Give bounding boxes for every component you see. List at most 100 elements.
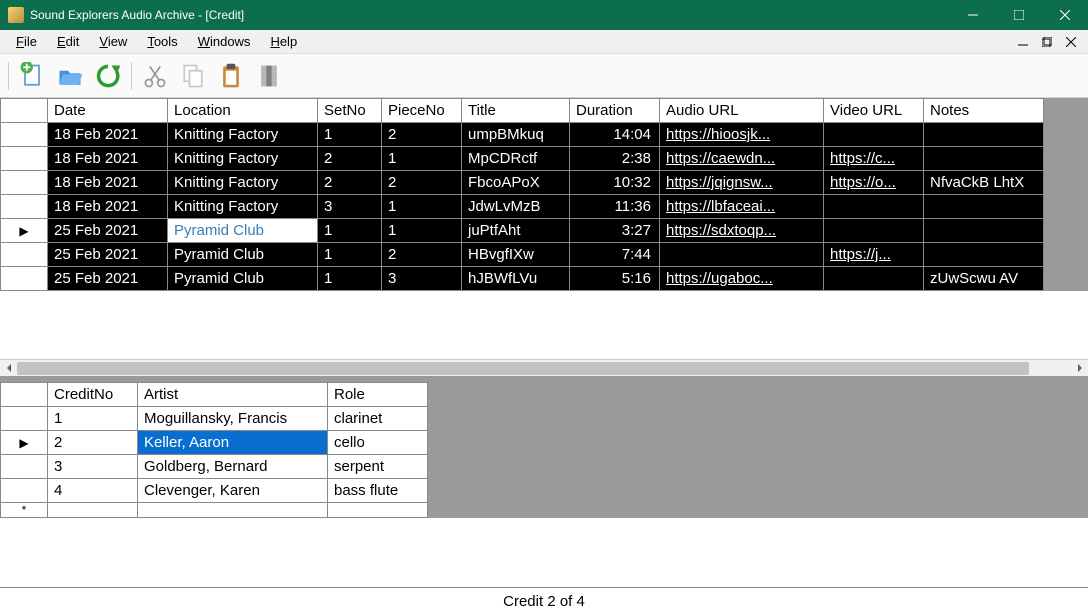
refresh-button[interactable] <box>91 59 125 93</box>
cell-location[interactable]: Knitting Factory <box>168 123 318 147</box>
column-header[interactable]: Duration <box>570 98 660 123</box>
mdi-restore-button[interactable] <box>1036 33 1058 51</box>
row-header[interactable] <box>0 171 48 195</box>
column-header[interactable]: CreditNo <box>48 382 138 407</box>
row-header[interactable]: ▶ <box>0 219 48 243</box>
cell-video[interactable] <box>824 219 924 243</box>
cell-title[interactable]: FbcoAPoX <box>462 171 570 195</box>
cell-date[interactable]: 25 Feb 2021 <box>48 267 168 291</box>
link[interactable]: https://c... <box>830 150 895 167</box>
scroll-thumb[interactable] <box>17 362 1029 375</box>
row-header-corner[interactable] <box>0 98 48 123</box>
copy-button[interactable] <box>176 59 210 93</box>
cell-video[interactable]: https://o... <box>824 171 924 195</box>
cell-duration[interactable]: 11:36 <box>570 195 660 219</box>
cell-notes[interactable] <box>924 195 1044 219</box>
scroll-right-icon[interactable] <box>1071 360 1088 377</box>
cell-setno[interactable]: 1 <box>318 123 382 147</box>
row-header[interactable] <box>0 407 48 431</box>
column-header[interactable]: PieceNo <box>382 98 462 123</box>
cell-role[interactable]: bass flute <box>328 479 428 503</box>
column-header[interactable]: Title <box>462 98 570 123</box>
cell-video[interactable]: https://c... <box>824 147 924 171</box>
cell-title[interactable]: juPtfAht <box>462 219 570 243</box>
row-header[interactable] <box>0 195 48 219</box>
link[interactable]: https://sdxtoqp... <box>666 222 776 239</box>
cell-pieceno[interactable]: 1 <box>382 147 462 171</box>
cell-artist[interactable]: Keller, Aaron <box>138 431 328 455</box>
paste-button[interactable] <box>214 59 248 93</box>
link[interactable]: https://ugaboc... <box>666 270 773 287</box>
cell-duration[interactable]: 3:27 <box>570 219 660 243</box>
cell-location[interactable]: Knitting Factory <box>168 195 318 219</box>
cell-setno[interactable]: 1 <box>318 243 382 267</box>
cell-video[interactable] <box>824 267 924 291</box>
column-header[interactable]: Notes <box>924 98 1044 123</box>
cell-creditno[interactable]: 2 <box>48 431 138 455</box>
cell-role-new[interactable] <box>328 503 428 518</box>
cell-duration[interactable]: 5:16 <box>570 267 660 291</box>
cell-notes[interactable] <box>924 123 1044 147</box>
cell-location[interactable]: Pyramid Club <box>168 243 318 267</box>
cell-artist[interactable]: Moguillansky, Francis <box>138 407 328 431</box>
column-header[interactable]: Location <box>168 98 318 123</box>
mdi-minimize-button[interactable] <box>1012 33 1034 51</box>
cell-audio[interactable]: https://hioosjk... <box>660 123 824 147</box>
close-button[interactable] <box>1042 0 1088 30</box>
select-column-button[interactable] <box>252 59 286 93</box>
cell-video[interactable] <box>824 195 924 219</box>
top-grid[interactable]: DateLocationSetNoPieceNoTitleDurationAud… <box>0 98 1088 291</box>
minimize-button[interactable] <box>950 0 996 30</box>
menu-edit[interactable]: Edit <box>47 32 89 51</box>
open-button[interactable] <box>53 59 87 93</box>
maximize-button[interactable] <box>996 0 1042 30</box>
cell-pieceno[interactable]: 1 <box>382 219 462 243</box>
link[interactable]: https://o... <box>830 174 896 191</box>
cell-title[interactable]: hJBWfLVu <box>462 267 570 291</box>
row-header[interactable]: ▶ <box>0 431 48 455</box>
column-header[interactable]: Artist <box>138 382 328 407</box>
cell-audio[interactable]: https://lbfaceai... <box>660 195 824 219</box>
cell-title[interactable]: HBvgfIXw <box>462 243 570 267</box>
cell-duration[interactable]: 10:32 <box>570 171 660 195</box>
cell-creditno[interactable]: 3 <box>48 455 138 479</box>
cell-setno[interactable]: 2 <box>318 147 382 171</box>
cell-video[interactable]: https://j... <box>824 243 924 267</box>
cell-pieceno[interactable]: 1 <box>382 195 462 219</box>
cell-date[interactable]: 18 Feb 2021 <box>48 123 168 147</box>
column-header[interactable]: Audio URL <box>660 98 824 123</box>
cell-setno[interactable]: 1 <box>318 219 382 243</box>
link[interactable]: https://lbfaceai... <box>666 198 775 215</box>
cell-audio[interactable]: https://sdxtoqp... <box>660 219 824 243</box>
new-row-header[interactable]: * <box>0 503 48 518</box>
row-header[interactable] <box>0 455 48 479</box>
scroll-left-icon[interactable] <box>0 360 17 377</box>
cell-creditno[interactable]: 1 <box>48 407 138 431</box>
top-scrollbar[interactable] <box>0 359 1088 376</box>
column-header[interactable]: Role <box>328 382 428 407</box>
mdi-close-button[interactable] <box>1060 33 1082 51</box>
cell-location[interactable]: Knitting Factory <box>168 171 318 195</box>
cell-audio[interactable]: https://caewdn... <box>660 147 824 171</box>
menu-view[interactable]: View <box>89 32 137 51</box>
link[interactable]: https://jqignsw... <box>666 174 773 191</box>
row-header[interactable] <box>0 479 48 503</box>
cell-date[interactable]: 18 Feb 2021 <box>48 147 168 171</box>
cell-title[interactable]: JdwLvMzB <box>462 195 570 219</box>
cell-pieceno[interactable]: 2 <box>382 243 462 267</box>
new-button[interactable] <box>15 59 49 93</box>
cell-duration[interactable]: 14:04 <box>570 123 660 147</box>
cell-setno[interactable]: 2 <box>318 171 382 195</box>
cell-location[interactable]: Pyramid Club <box>168 267 318 291</box>
bottom-grid[interactable]: CreditNoArtistRole 1Moguillansky, Francis… <box>0 382 1088 518</box>
cell-setno[interactable]: 3 <box>318 195 382 219</box>
cell-audio[interactable]: https://jqignsw... <box>660 171 824 195</box>
cell-notes[interactable] <box>924 243 1044 267</box>
cell-role[interactable]: cello <box>328 431 428 455</box>
cell-artist[interactable]: Clevenger, Karen <box>138 479 328 503</box>
menu-file[interactable]: File <box>6 32 47 51</box>
cell-artist[interactable]: Goldberg, Bernard <box>138 455 328 479</box>
cell-audio[interactable]: https://ugaboc... <box>660 267 824 291</box>
row-header[interactable] <box>0 243 48 267</box>
cell-duration[interactable]: 2:38 <box>570 147 660 171</box>
